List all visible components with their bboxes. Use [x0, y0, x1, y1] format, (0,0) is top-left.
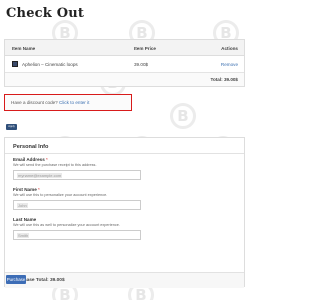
table-row: Aphelion – Cinematic loops 39.00$ Remove — [5, 56, 244, 73]
purchase-button[interactable]: Purchase — [6, 275, 26, 284]
enter-discount-link[interactable]: Click to enter it — [59, 100, 89, 105]
email-field[interactable]: myname@example.com — [13, 170, 141, 180]
item-name: Aphelion – Cinematic loops — [22, 62, 78, 67]
first-name-field[interactable]: John — [13, 200, 141, 210]
email-help: We will send the purchase receipt to thi… — [13, 163, 97, 167]
cart-total: Total: 39.00$ — [210, 77, 239, 82]
purchase-total-row: Purchase Total: 39.00$ — [5, 272, 244, 288]
cart-table-header: Item Name Item Price Actions — [5, 40, 244, 56]
divider — [5, 153, 244, 154]
first-name-help: We will use this to personalize your acc… — [13, 193, 108, 197]
watermark-logo — [170, 103, 196, 129]
last-name-label: Last Name — [13, 217, 37, 222]
first-name-value: John — [17, 203, 28, 208]
discount-prompt: Have a discount code? Click to enter it — [11, 100, 89, 105]
remove-item-link[interactable]: Remove — [221, 62, 238, 67]
cart-total-row: Total: 39.00$ — [5, 73, 244, 85]
last-name-value: Smith — [17, 233, 30, 238]
personal-info-section: Personal Info Email Address * We will se… — [4, 137, 245, 288]
item-price: 39.00$ — [134, 62, 149, 67]
column-header-item-name: Item Name — [12, 46, 36, 51]
product-thumbnail — [12, 61, 18, 67]
discount-code-notice: Have a discount code? Click to enter it — [4, 94, 132, 111]
column-header-actions: Actions — [221, 46, 238, 51]
column-header-item-price: Item Price — [134, 46, 156, 51]
discount-question: Have a discount code? — [11, 100, 58, 105]
section-title: Personal Info — [13, 144, 49, 150]
page-title: Check Out — [6, 6, 85, 21]
last-name-field[interactable]: Smith — [13, 230, 141, 240]
cart-table: Item Name Item Price Actions Aphelion – … — [4, 39, 245, 87]
email-label: Email Address * — [13, 157, 48, 162]
email-value: myname@example.com — [17, 173, 63, 178]
last-name-help: We will use this as well to personalize … — [13, 223, 120, 227]
apply-button[interactable]: Apply — [6, 124, 17, 130]
first-name-label: First Name * — [13, 187, 40, 192]
